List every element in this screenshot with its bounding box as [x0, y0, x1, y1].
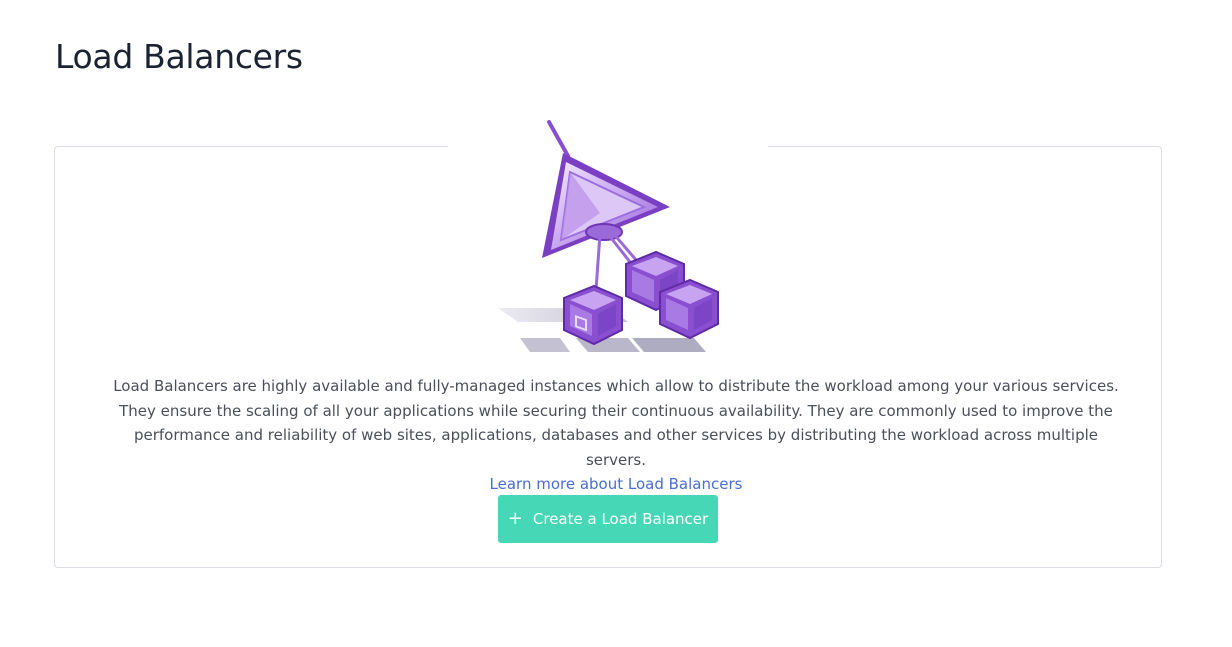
- description-line: Load Balancers are highly available and …: [113, 377, 1119, 395]
- learn-more-link[interactable]: Learn more about Load Balancers: [490, 475, 743, 493]
- description-line: They ensure the scaling of all your appl…: [119, 401, 1113, 420]
- description-line: performance and reliability of web sites…: [133, 426, 1099, 469]
- create-load-balancer-button[interactable]: + Create a Load Balancer: [498, 495, 718, 543]
- empty-state-description: Load Balancers are highly available and …: [110, 374, 1122, 497]
- plus-icon: +: [507, 507, 523, 529]
- page-title: Load Balancers: [55, 37, 303, 76]
- load-balancer-illustration: [448, 110, 768, 360]
- create-button-label: Create a Load Balancer: [532, 510, 709, 528]
